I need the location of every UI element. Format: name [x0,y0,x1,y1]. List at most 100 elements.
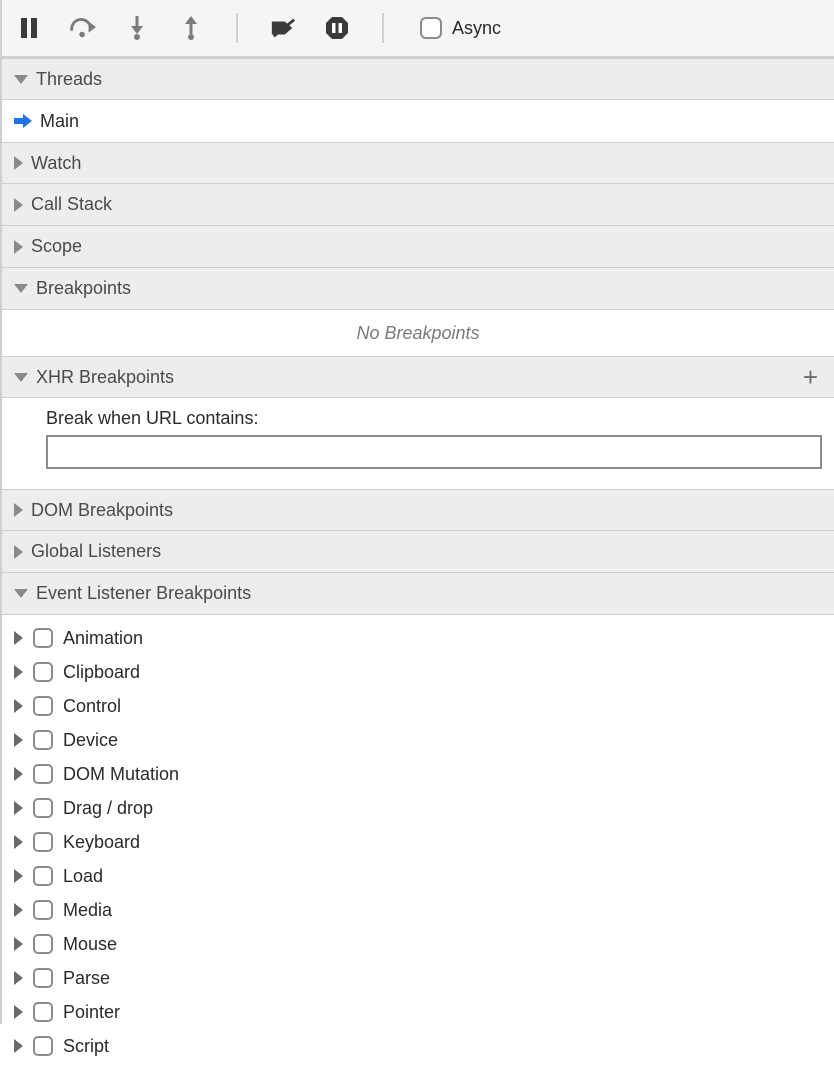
section-label: Threads [36,69,102,90]
chevron-down-icon [14,75,28,84]
debugger-panel: Async Threads Main Watch Call Stack Scop… [0,0,834,1024]
event-category-checkbox[interactable] [33,696,53,716]
chevron-down-icon [14,373,28,382]
thread-main[interactable]: Main [40,111,79,132]
chevron-right-icon [14,503,23,517]
event-category-label: Media [63,900,112,921]
event-category-row: Media [2,893,834,927]
event-category-checkbox[interactable] [33,662,53,682]
section-label: Watch [31,153,81,174]
event-category-label: Script [63,1036,109,1057]
event-category-checkbox[interactable] [33,934,53,954]
chevron-right-icon[interactable] [14,733,23,747]
section-label: Event Listener Breakpoints [36,583,251,604]
event-category-row: Drag / drop [2,791,834,825]
event-category-checkbox[interactable] [33,900,53,920]
section-scope[interactable]: Scope [2,226,834,268]
debug-toolbar: Async [2,0,834,58]
chevron-down-icon [14,284,28,293]
event-category-checkbox[interactable] [33,1036,53,1056]
event-category-label: Keyboard [63,832,140,853]
xhr-body: Break when URL contains: [2,398,834,489]
breakpoints-empty: No Breakpoints [2,310,834,356]
xhr-url-input[interactable] [46,435,822,469]
event-category-row: DOM Mutation [2,757,834,791]
chevron-right-icon[interactable] [14,903,23,917]
event-category-checkbox[interactable] [33,968,53,988]
add-xhr-breakpoint-icon[interactable]: + [799,364,822,390]
event-category-checkbox[interactable] [33,798,53,818]
chevron-right-icon [14,156,23,170]
section-label: Call Stack [31,194,112,215]
toolbar-separator [382,13,384,43]
section-label: Scope [31,236,82,257]
section-breakpoints[interactable]: Breakpoints [2,268,834,310]
step-out-icon[interactable] [178,15,204,41]
event-category-checkbox[interactable] [33,1002,53,1022]
section-label: XHR Breakpoints [36,367,174,388]
chevron-right-icon[interactable] [14,835,23,849]
pause-on-exceptions-icon[interactable] [324,15,350,41]
event-category-checkbox[interactable] [33,628,53,648]
event-category-row: Load [2,859,834,893]
event-listener-list: Animation Clipboard Control Device DOM Mutat… [2,615,834,1069]
toolbar-separator [236,13,238,43]
async-checkbox[interactable] [420,17,442,39]
event-category-label: Clipboard [63,662,140,683]
section-label: Global Listeners [31,541,161,562]
event-category-row: Mouse [2,927,834,961]
current-thread-icon [14,114,32,128]
async-label: Async [452,18,501,39]
event-category-checkbox[interactable] [33,866,53,886]
step-over-icon[interactable] [70,15,96,41]
chevron-right-icon[interactable] [14,767,23,781]
event-category-checkbox[interactable] [33,832,53,852]
event-category-label: Mouse [63,934,117,955]
event-category-label: Control [63,696,121,717]
section-xhr-breakpoints[interactable]: XHR Breakpoints + [2,356,834,398]
event-category-row: Clipboard [2,655,834,689]
chevron-right-icon[interactable] [14,971,23,985]
chevron-down-icon [14,589,28,598]
event-category-label: Parse [63,968,110,989]
event-category-row: Control [2,689,834,723]
chevron-right-icon[interactable] [14,1005,23,1019]
event-category-label: Animation [63,628,143,649]
section-global-listeners[interactable]: Global Listeners [2,531,834,573]
section-label: DOM Breakpoints [31,500,173,521]
pause-icon[interactable] [16,15,42,41]
section-watch[interactable]: Watch [2,142,834,184]
section-label: Breakpoints [36,278,131,299]
event-category-row: Keyboard [2,825,834,859]
threads-body: Main [2,100,834,142]
event-category-label: Device [63,730,118,751]
section-dom-breakpoints[interactable]: DOM Breakpoints [2,489,834,531]
chevron-right-icon[interactable] [14,869,23,883]
event-category-row: Parse [2,961,834,995]
chevron-right-icon [14,545,23,559]
event-category-row: Script [2,1029,834,1063]
chevron-right-icon[interactable] [14,1039,23,1053]
section-event-listener-breakpoints[interactable]: Event Listener Breakpoints [2,573,834,615]
chevron-right-icon[interactable] [14,665,23,679]
chevron-right-icon[interactable] [14,699,23,713]
step-into-icon[interactable] [124,15,150,41]
section-call-stack[interactable]: Call Stack [2,184,834,226]
event-category-checkbox[interactable] [33,764,53,784]
chevron-right-icon[interactable] [14,937,23,951]
deactivate-breakpoints-icon[interactable] [270,15,296,41]
chevron-right-icon[interactable] [14,631,23,645]
chevron-right-icon [14,198,23,212]
event-category-row: Device [2,723,834,757]
event-category-label: Load [63,866,103,887]
xhr-prompt-label: Break when URL contains: [46,408,822,429]
chevron-right-icon[interactable] [14,801,23,815]
chevron-right-icon [14,240,23,254]
event-category-label: DOM Mutation [63,764,179,785]
no-breakpoints-label: No Breakpoints [356,323,479,344]
event-category-checkbox[interactable] [33,730,53,750]
event-category-label: Drag / drop [63,798,153,819]
event-category-row: Animation [2,621,834,655]
section-threads[interactable]: Threads [2,58,834,100]
event-category-label: Pointer [63,1002,120,1023]
